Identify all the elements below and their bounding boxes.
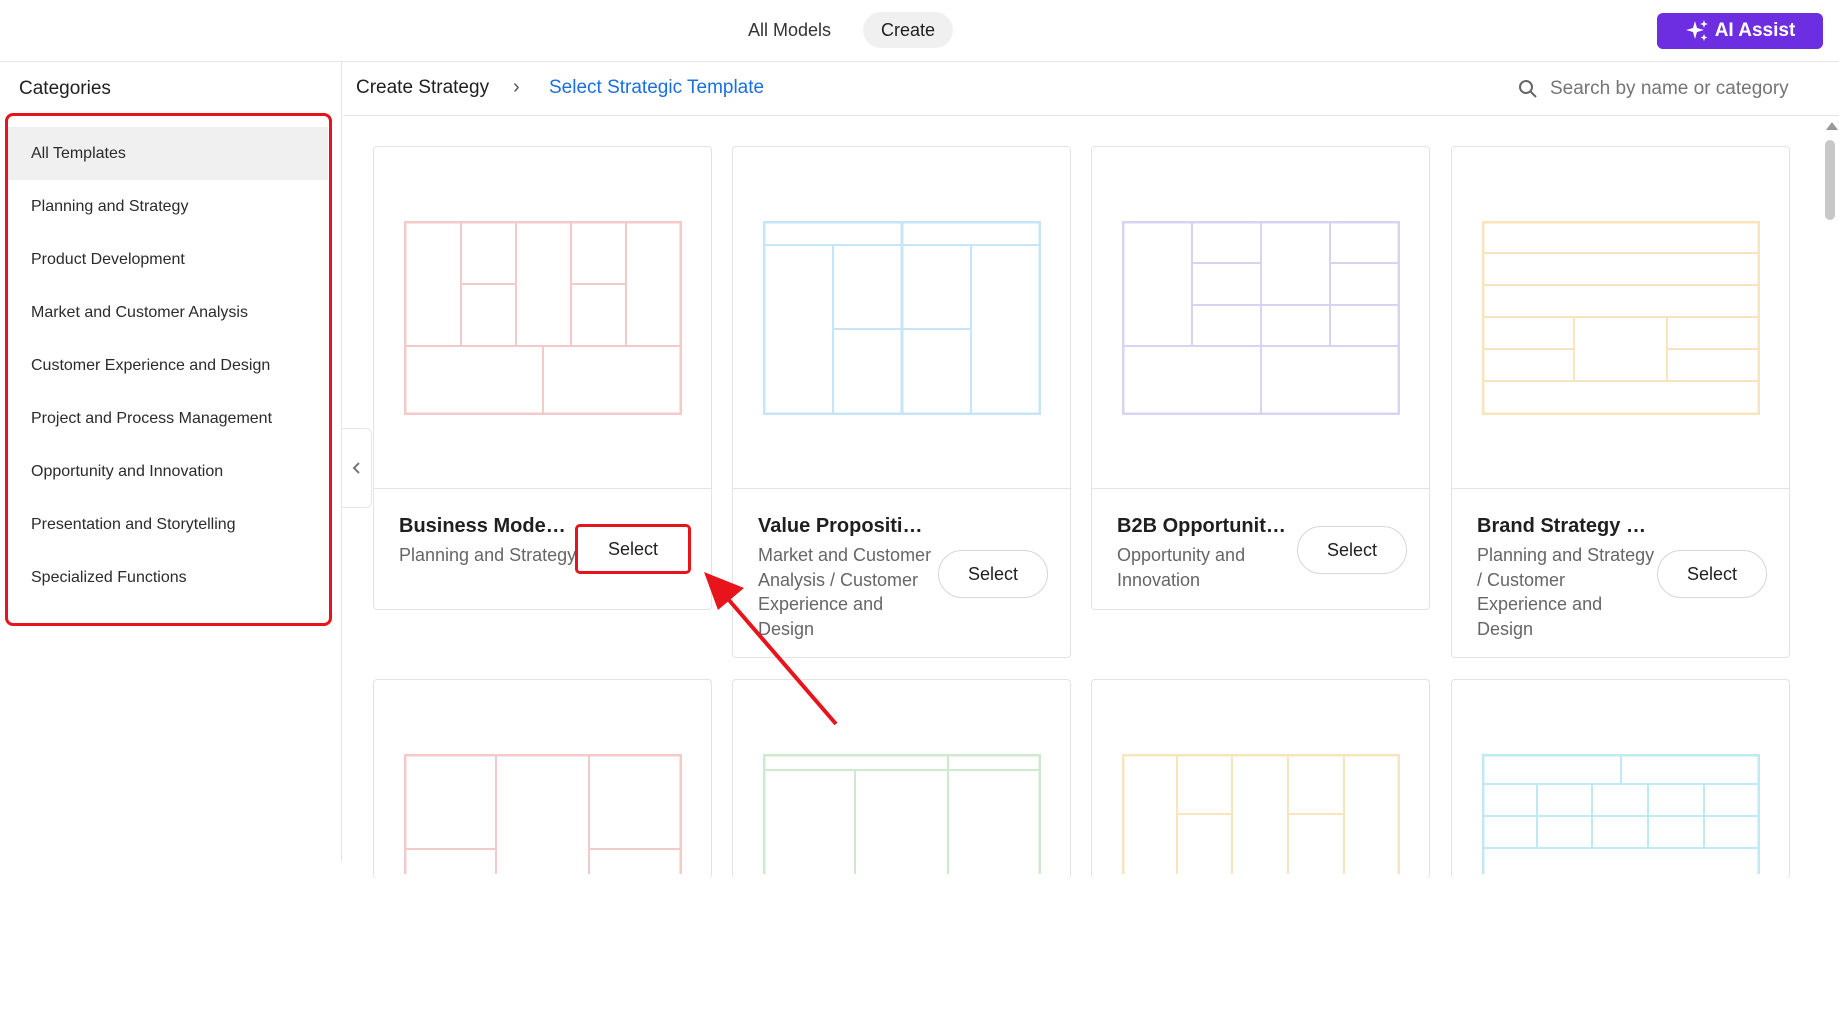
ai-assist-button[interactable]: AI Assist — [1657, 13, 1823, 49]
select-template-button[interactable]: Select — [938, 550, 1048, 598]
content-header: Create Strategy › Select Strategic Templ… — [343, 62, 1839, 116]
category-opportunity-and-innovation[interactable]: Opportunity and Innovation — [8, 445, 328, 498]
top-tabs: All Models Create — [730, 12, 954, 48]
template-preview-image — [733, 147, 1070, 489]
template-preview-image — [1092, 147, 1429, 489]
template-card[interactable]: Business Model ... Planning and Strategy… — [373, 146, 712, 610]
annotation-arrow — [704, 572, 838, 726]
template-title: Business Model ... — [399, 515, 569, 537]
collapse-sidebar-button[interactable] — [342, 428, 372, 508]
search-box[interactable] — [1518, 74, 1828, 104]
categories-sidebar: Categories All Templates Planning and St… — [0, 62, 342, 862]
template-preview-image — [1452, 147, 1789, 489]
template-preview-image — [374, 680, 711, 1022]
template-card[interactable] — [373, 679, 712, 879]
chevron-right-icon: › — [513, 76, 520, 98]
tab-create[interactable]: Create — [863, 12, 954, 48]
template-category: Planning and Strategy — [399, 545, 577, 565]
select-template-button[interactable]: Select — [575, 524, 691, 574]
template-preview-image — [733, 680, 1070, 1022]
category-planning-and-strategy[interactable]: Planning and Strategy — [8, 180, 328, 233]
search-input[interactable] — [1550, 78, 1820, 100]
category-product-development[interactable]: Product Development — [8, 233, 328, 286]
template-card[interactable]: Brand Strategy C... Planning and Strateg… — [1451, 146, 1790, 658]
template-card[interactable] — [1091, 679, 1430, 879]
scroll-up-arrow-icon[interactable] — [1826, 122, 1838, 130]
select-template-button[interactable]: Select — [1657, 550, 1767, 598]
template-card[interactable]: B2B Opportunity ... Opportunity and Inno… — [1091, 146, 1430, 610]
scrollbar-thumb[interactable] — [1825, 140, 1835, 220]
template-title: Value Propositio... — [758, 515, 928, 537]
category-list: All Templates Planning and Strategy Prod… — [8, 127, 328, 604]
category-all-templates[interactable]: All Templates — [8, 127, 328, 180]
template-preview-image — [1452, 680, 1789, 1022]
select-template-button[interactable]: Select — [1297, 526, 1407, 574]
category-project-and-process-management[interactable]: Project and Process Management — [8, 392, 328, 445]
category-presentation-and-storytelling[interactable]: Presentation and Storytelling — [8, 498, 328, 551]
breadcrumb-create-strategy[interactable]: Create Strategy — [356, 77, 489, 99]
template-preview-image — [374, 147, 711, 489]
sidebar-title: Categories — [19, 78, 111, 99]
category-customer-experience-and-design[interactable]: Customer Experience and Design — [8, 339, 328, 392]
top-nav-bar: All Models Create AI Assist — [0, 0, 1839, 62]
template-category: Planning and Strategy / Customer Experie… — [1477, 545, 1655, 639]
template-category: Opportunity and Innovation — [1117, 545, 1246, 590]
sparkle-icon — [1685, 20, 1708, 41]
breadcrumb-current: Select Strategic Template — [549, 77, 765, 98]
category-specialized-functions[interactable]: Specialized Functions — [8, 551, 328, 604]
template-card[interactable] — [1451, 679, 1790, 879]
template-preview-image — [1092, 680, 1429, 1022]
chevron-left-icon — [352, 462, 360, 474]
tab-all-models[interactable]: All Models — [730, 12, 849, 48]
ai-assist-label: AI Assist — [1714, 20, 1796, 41]
search-icon — [1519, 80, 1537, 98]
template-title: Brand Strategy C... — [1477, 515, 1647, 537]
category-market-and-customer-analysis[interactable]: Market and Customer Analysis — [8, 286, 328, 339]
main-scrollbar[interactable] — [1822, 116, 1839, 862]
template-title: B2B Opportunity ... — [1117, 515, 1287, 537]
